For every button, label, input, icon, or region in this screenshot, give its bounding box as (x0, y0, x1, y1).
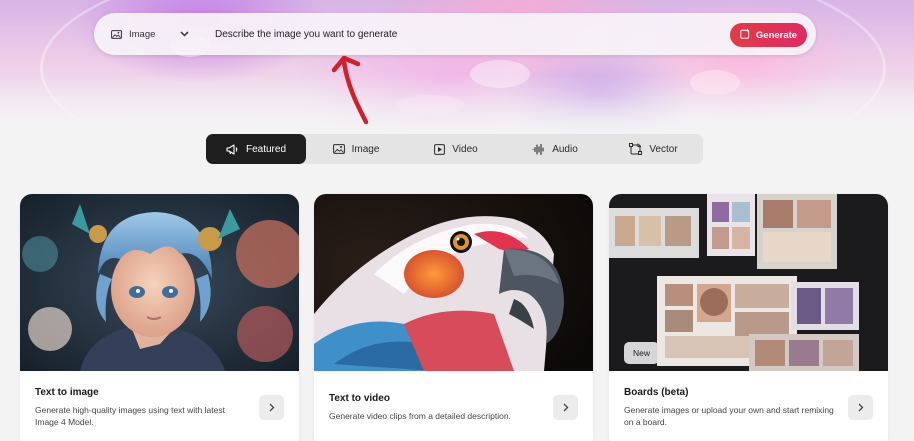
card-title: Text to video (329, 393, 390, 404)
generate-label: Generate (755, 29, 798, 41)
chevron-down-icon (180, 31, 189, 37)
card-title: Text to image (35, 387, 99, 398)
tab-video[interactable]: Video (406, 134, 506, 164)
card-text-to-image[interactable]: Text to image Generate high-quality imag… (20, 194, 299, 441)
category-tabs: Featured Image Video Audio Vector (206, 134, 703, 164)
card-description: Generate video clips from a detailed des… (329, 411, 511, 421)
play-icon (434, 143, 446, 155)
image-icon (111, 29, 122, 39)
image-icon (332, 144, 345, 154)
card-arrow-button[interactable] (848, 395, 873, 420)
chevron-right-icon (269, 399, 275, 417)
card-boards-beta[interactable]: New Boards (beta) Generate images or upl… (609, 194, 888, 441)
waveform-icon (532, 143, 545, 155)
tab-image[interactable]: Image (306, 134, 406, 164)
chevron-right-icon (858, 399, 864, 417)
card-arrow-button[interactable] (553, 395, 578, 420)
prompt-input[interactable] (215, 28, 635, 40)
new-badge: New (624, 342, 660, 364)
card-text-to-video[interactable]: Text to video Generate video clips from … (314, 194, 593, 441)
tab-label: Audio (552, 143, 578, 155)
parrot-closeup-image (314, 194, 593, 371)
tab-label: Video (452, 143, 478, 155)
megaphone-icon (226, 143, 239, 155)
tab-featured[interactable]: Featured (206, 134, 306, 164)
tab-label: Featured (245, 143, 287, 155)
portrait-illustration-image (20, 194, 299, 371)
tab-audio[interactable]: Audio (506, 134, 604, 164)
chevron-right-icon (563, 399, 569, 417)
tab-vector[interactable]: Vector (604, 134, 703, 164)
mode-select[interactable]: Image (94, 13, 200, 55)
card-arrow-button[interactable] (259, 395, 284, 420)
card-title: Boards (beta) (624, 387, 689, 398)
generate-button[interactable]: Generate (730, 23, 807, 47)
card-description: Generate images or upload your own and s… (624, 405, 834, 427)
sparkle-edit-icon (740, 28, 751, 42)
prompt-bar: Image Generate (94, 13, 816, 55)
mode-label: Image (129, 28, 156, 40)
tab-label: Vector (649, 143, 678, 155)
card-description: Generate high-quality images using text … (35, 405, 225, 427)
vector-icon (629, 143, 643, 155)
annotation-arrow-icon (331, 55, 369, 125)
tab-label: Image (351, 143, 380, 155)
